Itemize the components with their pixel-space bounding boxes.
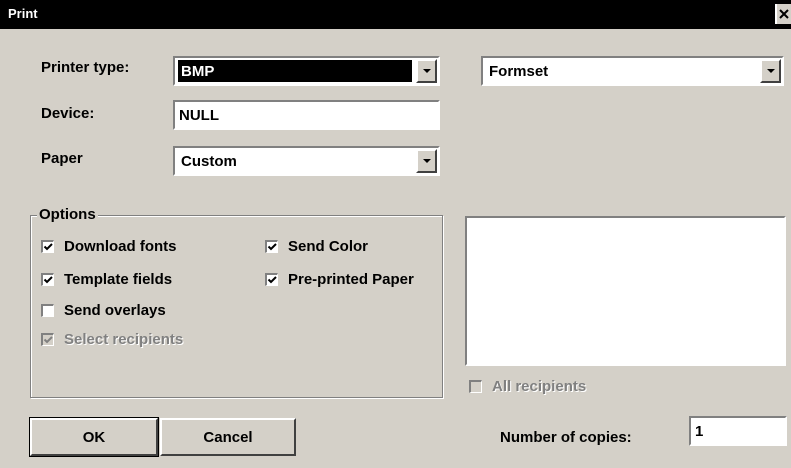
all-recipients-checkbox[interactable]: All recipients (469, 378, 586, 395)
copies-value: 1 (695, 423, 704, 440)
paper-combobox[interactable]: Custom (173, 146, 440, 176)
template-fields-label: Template fields (64, 271, 173, 288)
printer-type-value: BMP (178, 60, 412, 82)
device-field[interactable]: NULL (173, 100, 440, 130)
send-color-checkbox[interactable]: Send Color (265, 238, 368, 255)
checkmark-icon (43, 336, 53, 344)
checkmark-icon (43, 276, 53, 284)
formset-dropdown-button[interactable] (760, 59, 781, 83)
device-label: Device: (41, 105, 95, 122)
window-title: Print (8, 6, 38, 21)
ok-button[interactable]: OK (29, 417, 159, 457)
close-button[interactable] (775, 4, 791, 24)
copies-label: Number of copies: (500, 429, 632, 446)
select-recipients-checkbox[interactable]: Select recipients (41, 331, 183, 348)
all-recipients-box[interactable] (469, 380, 482, 393)
formset-combobox[interactable]: Formset (481, 56, 784, 86)
preprinted-paper-box[interactable] (265, 273, 278, 286)
title-bar[interactable]: Print (0, 0, 791, 29)
download-fonts-label: Download fonts (64, 238, 177, 255)
recipients-listbox[interactable] (465, 216, 786, 366)
send-overlays-checkbox[interactable]: Send overlays (41, 302, 166, 319)
paper-label: Paper (41, 150, 83, 167)
chevron-down-icon (766, 69, 775, 73)
copies-field[interactable]: 1 (689, 416, 787, 446)
checkmark-icon (43, 243, 53, 251)
close-icon (779, 9, 789, 19)
send-overlays-label: Send overlays (64, 302, 166, 319)
printer-type-label: Printer type: (41, 59, 130, 76)
checkmark-icon (267, 276, 277, 284)
preprinted-paper-label: Pre-printed Paper (288, 271, 414, 288)
chevron-down-icon (422, 159, 431, 163)
preprinted-paper-checkbox[interactable]: Pre-printed Paper (265, 271, 414, 288)
send-color-box[interactable] (265, 240, 278, 253)
printer-type-combobox[interactable]: BMP (173, 56, 440, 86)
cancel-button[interactable]: Cancel (160, 418, 296, 456)
chevron-down-icon (422, 69, 431, 73)
print-dialog: Print Printer type: BMP Formset Device: … (0, 0, 791, 468)
download-fonts-checkbox[interactable]: Download fonts (41, 238, 177, 255)
device-value: NULL (179, 107, 219, 124)
download-fonts-box[interactable] (41, 240, 54, 253)
all-recipients-label: All recipients (492, 378, 587, 395)
formset-value: Formset (489, 63, 549, 80)
send-color-label: Send Color (288, 238, 369, 255)
paper-dropdown-button[interactable] (416, 149, 437, 173)
options-legend: Options (37, 206, 98, 223)
template-fields-box[interactable] (41, 273, 54, 286)
template-fields-checkbox[interactable]: Template fields (41, 271, 172, 288)
printer-type-dropdown-button[interactable] (416, 59, 437, 83)
checkmark-icon (267, 243, 277, 251)
select-recipients-label: Select recipients (64, 331, 184, 348)
paper-value: Custom (181, 153, 237, 170)
send-overlays-box[interactable] (41, 304, 54, 317)
select-recipients-box[interactable] (41, 333, 54, 346)
